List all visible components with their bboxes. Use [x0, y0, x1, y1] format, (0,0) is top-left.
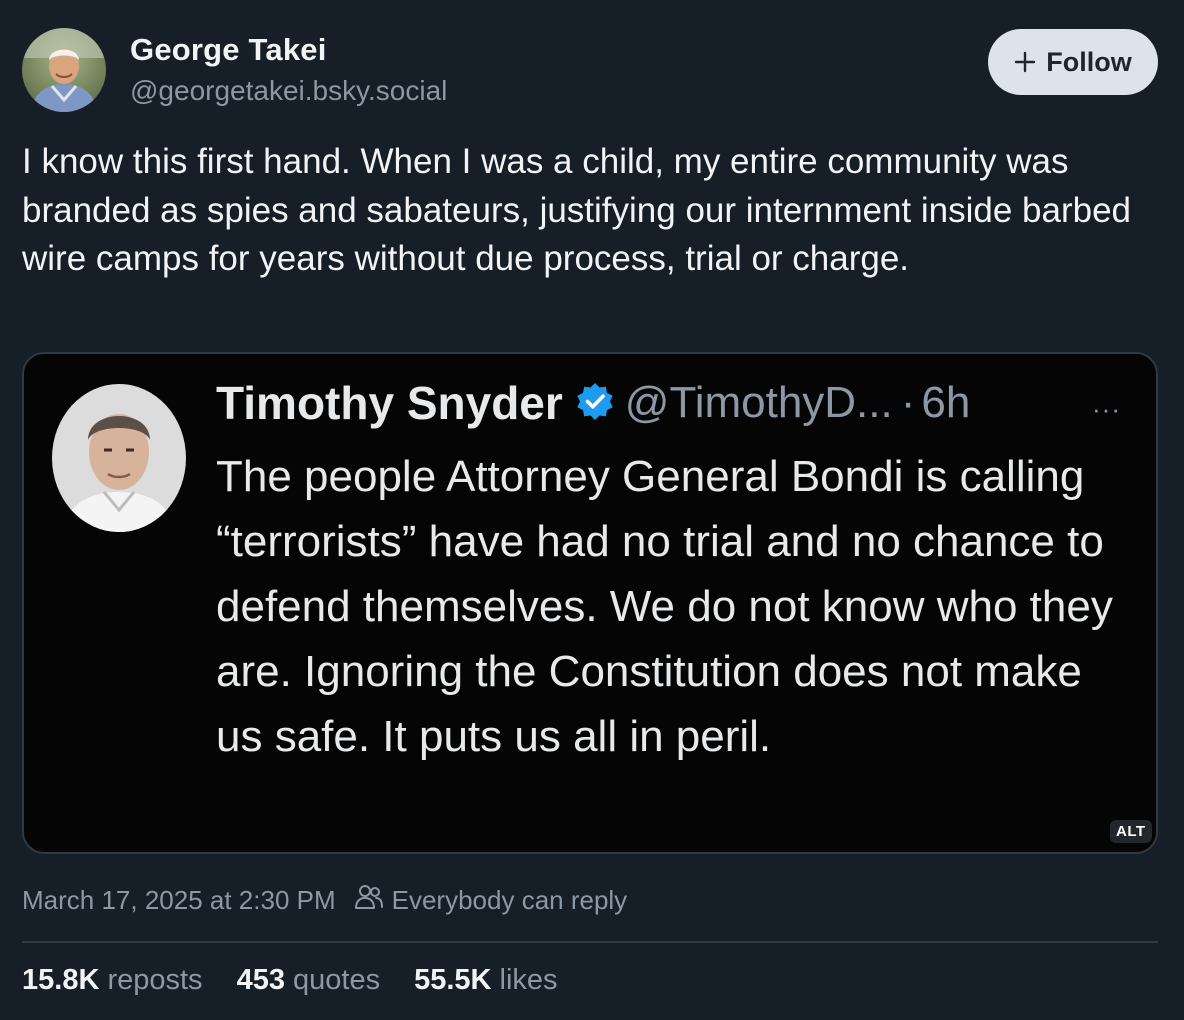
follow-button[interactable]: Follow [988, 29, 1158, 95]
tweet-author-avatar [52, 384, 186, 532]
quotes-label: quotes [293, 964, 381, 996]
reply-setting-label: Everybody can reply [391, 885, 628, 915]
more-icon: ··· [1092, 394, 1121, 424]
reposts-label: reposts [107, 964, 203, 996]
plus-icon [1014, 51, 1036, 73]
likes-stat[interactable]: 55.5K likes [414, 964, 557, 997]
post-thread-item: George Takei @georgetakei.bsky.social Fo… [0, 0, 1184, 1020]
people-icon [354, 884, 384, 917]
engagement-stats: 15.8K reposts 453 quotes 55.5K likes [22, 964, 558, 997]
author-name[interactable]: George Takei [130, 32, 327, 68]
tweet-separator: · [900, 378, 916, 427]
tweet-header: Timothy Snyder @TimothyD... · 6h [216, 376, 970, 430]
reposts-stat[interactable]: 15.8K reposts [22, 964, 203, 997]
author-handle[interactable]: @georgetakei.bsky.social [130, 75, 447, 107]
tweet-time: 6h [921, 378, 971, 427]
quotes-stat[interactable]: 453 quotes [237, 964, 381, 997]
likes-label: likes [499, 964, 558, 996]
post-timestamp[interactable]: March 17, 2025 at 2:30 PM [22, 885, 336, 916]
tweet-author-name: Timothy Snyder [216, 377, 563, 429]
author-avatar[interactable] [22, 28, 106, 112]
likes-count: 55.5K [414, 964, 492, 996]
tweet-author-handle: @TimothyD... [624, 378, 893, 427]
embedded-image[interactable]: Timothy Snyder @TimothyD... · 6h ··· The… [22, 352, 1158, 854]
verified-badge-icon [575, 381, 615, 426]
post-text: I know this first hand. When I was a chi… [22, 142, 1132, 278]
alt-text-badge[interactable]: ALT [1110, 820, 1152, 843]
quotes-count: 453 [236, 964, 285, 996]
reply-setting[interactable]: Everybody can reply [354, 884, 628, 917]
divider [22, 941, 1158, 943]
reposts-count: 15.8K [22, 964, 100, 996]
follow-button-label: Follow [1046, 46, 1132, 77]
post-meta: March 17, 2025 at 2:30 PM Everybody can … [22, 884, 627, 917]
tweet-text: The people Attorney General Bondi is cal… [216, 452, 1113, 761]
